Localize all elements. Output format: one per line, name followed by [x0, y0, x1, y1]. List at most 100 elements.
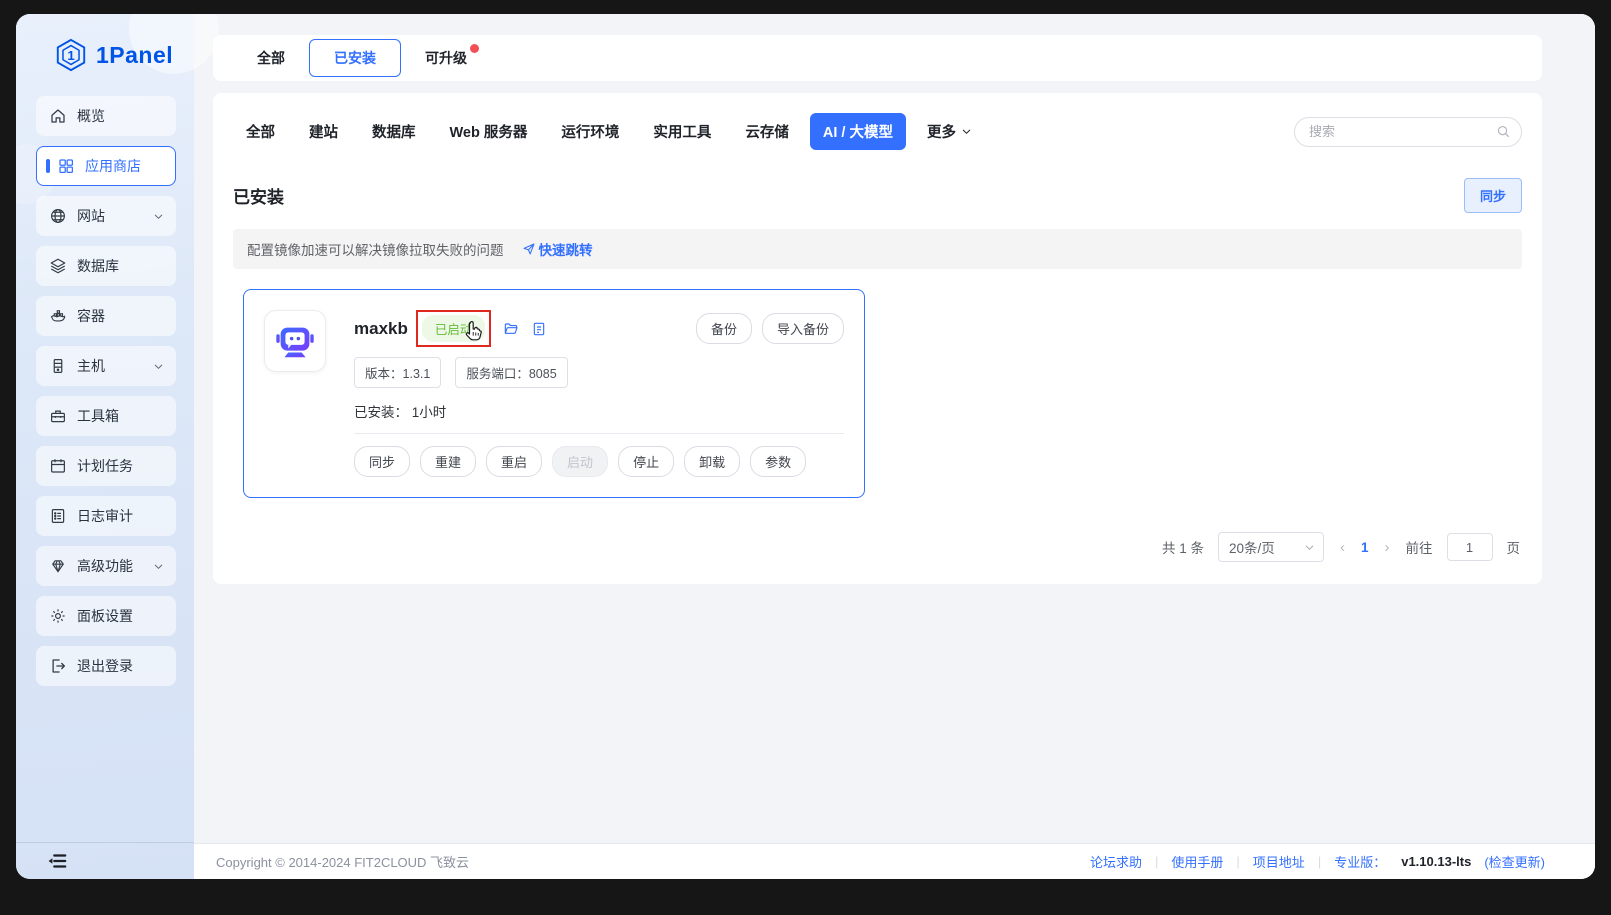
- copyright-text: Copyright © 2014-2024 FIT2CLOUD 飞致云: [216, 852, 469, 871]
- next-page-arrow[interactable]: ›: [1383, 539, 1392, 556]
- goto-label: 前往: [1406, 537, 1433, 557]
- separator: |: [1155, 854, 1158, 869]
- start-button: 启动: [552, 446, 608, 477]
- file-icon[interactable]: [531, 321, 547, 337]
- sidebar-item-logout[interactable]: 退出登录: [36, 646, 176, 686]
- import-backup-button[interactable]: 导入备份: [762, 313, 844, 344]
- filter-row: 全部 建站 数据库 Web 服务器 运行环境 实用工具 云存储 AI / 大模型…: [233, 113, 1522, 150]
- backup-button[interactable]: 备份: [696, 313, 752, 344]
- annotation-highlight-box: 已启动: [416, 310, 492, 347]
- search-icon: [1496, 124, 1511, 139]
- mirror-notice-bar: 配置镜像加速可以解决镜像拉取失败的问题 快速跳转: [233, 229, 1522, 269]
- manual-link[interactable]: 使用手册: [1171, 852, 1223, 871]
- stop-button[interactable]: 停止: [618, 446, 674, 477]
- card-divider: [354, 433, 844, 434]
- category-web-server[interactable]: Web 服务器: [437, 113, 541, 150]
- tab-upgradable-label: 可升级: [425, 50, 467, 66]
- chevron-down-icon: [153, 211, 164, 222]
- sidebar-item-label: 高级功能: [77, 556, 133, 576]
- main-area: 全部 已安装 可升级 全部 建站 数据库 Web 服务器 运行环境: [194, 14, 1595, 879]
- gear-icon: [49, 607, 67, 625]
- check-update-link[interactable]: (检查更新): [1484, 852, 1545, 871]
- sidebar-item-container[interactable]: 容器: [36, 296, 176, 336]
- category-tools[interactable]: 实用工具: [640, 113, 724, 150]
- version-tag: 版本：1.3.1: [354, 357, 441, 388]
- collapse-sidebar-icon[interactable]: [46, 850, 68, 872]
- forum-help-link[interactable]: 论坛求助: [1090, 852, 1142, 871]
- params-button[interactable]: 参数: [750, 446, 806, 477]
- tab-upgradable[interactable]: 可升级: [401, 40, 491, 76]
- sidebar-item-pro-features[interactable]: 高级功能: [36, 546, 176, 586]
- sidebar-item-label: 工具箱: [77, 406, 119, 426]
- goto-page-input[interactable]: [1447, 533, 1493, 561]
- hexagon-1-logo-icon: 1: [54, 38, 88, 72]
- category-all[interactable]: 全部: [233, 113, 288, 150]
- project-link[interactable]: 项目地址: [1253, 852, 1305, 871]
- sidebar-item-overview[interactable]: 概览: [36, 96, 176, 136]
- app-tag-row: 版本：1.3.1 服务端口：8085: [354, 357, 844, 388]
- sidebar-item-app-store[interactable]: 应用商店: [36, 146, 176, 186]
- separator: |: [1318, 854, 1321, 869]
- sidebar-item-label: 概览: [77, 106, 105, 126]
- installed-label: 已安装：: [354, 405, 408, 420]
- page-size-select[interactable]: 20条/页: [1218, 532, 1324, 562]
- total-count: 共 1 条: [1162, 537, 1204, 557]
- sidebar-item-settings[interactable]: 面板设置: [36, 596, 176, 636]
- calendar-icon: [49, 457, 67, 475]
- restart-button[interactable]: 重启: [486, 446, 542, 477]
- quick-jump-link[interactable]: 快速跳转: [522, 239, 593, 259]
- sidebar-footer: [16, 842, 194, 879]
- search-input[interactable]: [1294, 117, 1522, 147]
- category-website[interactable]: 建站: [296, 113, 351, 150]
- database-icon: [49, 257, 67, 275]
- sidebar-item-database[interactable]: 数据库: [36, 246, 176, 286]
- footer-links: 论坛求助 | 使用手册 | 项目地址 | 专业版： v1.10.13-lts (…: [1090, 852, 1545, 871]
- app-card-maxkb[interactable]: maxkb 已启动 备份 导入备份 版本：: [243, 289, 865, 498]
- prev-page-arrow[interactable]: ‹: [1338, 539, 1347, 556]
- port-tag: 服务端口：8085: [455, 357, 567, 388]
- page-unit: 页: [1507, 537, 1521, 557]
- sidebar-item-label: 面板设置: [77, 606, 133, 626]
- installed-time: 1小时: [412, 405, 447, 420]
- rebuild-button[interactable]: 重建: [420, 446, 476, 477]
- logout-icon: [49, 657, 67, 675]
- sync-all-button[interactable]: 同步: [1464, 178, 1522, 213]
- sidebar-item-logs[interactable]: 日志审计: [36, 496, 176, 536]
- chevron-down-icon: [1304, 542, 1315, 553]
- category-more[interactable]: 更多: [914, 113, 985, 150]
- installed-section-header: 已安装 同步: [233, 178, 1522, 213]
- svg-text:1: 1: [67, 48, 74, 63]
- category-cloud-storage[interactable]: 云存储: [732, 113, 802, 150]
- uninstall-button[interactable]: 卸载: [684, 446, 740, 477]
- version-label: 版本：: [365, 367, 403, 381]
- pagination: 共 1 条 20条/页 ‹ 1 › 前往 页: [233, 518, 1522, 566]
- footer: Copyright © 2014-2024 FIT2CLOUD 飞致云 论坛求助…: [194, 843, 1595, 879]
- sync-button[interactable]: 同步: [354, 446, 410, 477]
- category-runtime[interactable]: 运行环境: [548, 113, 632, 150]
- separator: |: [1236, 854, 1239, 869]
- brand-logo: 1 1Panel: [16, 14, 194, 92]
- quick-jump-label: 快速跳转: [539, 239, 593, 259]
- installed-time-row: 已安装： 1小时: [354, 401, 844, 421]
- sidebar-item-toolbox[interactable]: 工具箱: [36, 396, 176, 436]
- category-ai-llm[interactable]: AI / 大模型: [810, 113, 906, 150]
- sidebar-item-label: 退出登录: [77, 656, 133, 676]
- folder-icon[interactable]: [503, 321, 519, 337]
- app-name: maxkb: [354, 319, 408, 339]
- category-database[interactable]: 数据库: [359, 113, 429, 150]
- sidebar-item-host[interactable]: 主机: [36, 346, 176, 386]
- sidebar-item-cron[interactable]: 计划任务: [36, 446, 176, 486]
- sidebar-item-website[interactable]: 网站: [36, 196, 176, 236]
- log-icon: [49, 507, 67, 525]
- sidebar-item-label: 主机: [77, 356, 105, 376]
- app-store-icon: [57, 157, 75, 175]
- tab-installed[interactable]: 已安装: [309, 39, 401, 77]
- sidebar-item-label: 应用商店: [85, 156, 141, 176]
- current-page[interactable]: 1: [1361, 540, 1369, 555]
- gem-icon: [49, 557, 67, 575]
- tab-all[interactable]: 全部: [233, 40, 309, 76]
- sidebar-item-label: 日志审计: [77, 506, 133, 526]
- upgrade-badge-dot: [470, 44, 479, 53]
- home-icon: [49, 107, 67, 125]
- main-scroll: 全部 已安装 可升级 全部 建站 数据库 Web 服务器 运行环境: [194, 14, 1595, 843]
